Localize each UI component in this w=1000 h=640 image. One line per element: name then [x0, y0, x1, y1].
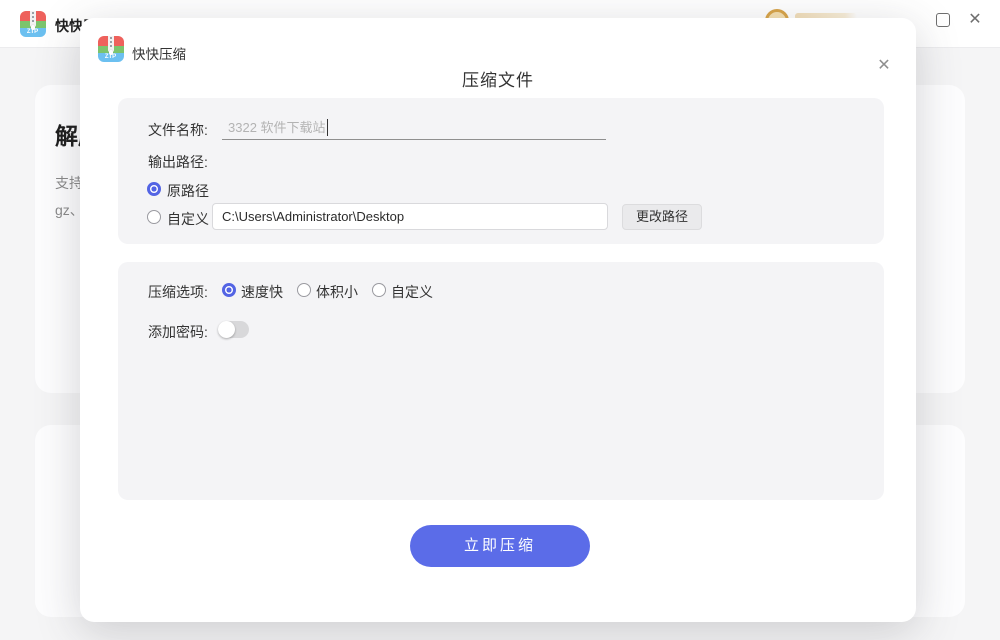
compress-options-label: 压缩选项: — [148, 282, 208, 302]
dialog-title: 压缩文件 — [80, 66, 916, 91]
radio-fast-speed-label[interactable]: 速度快 — [241, 282, 283, 302]
change-path-button[interactable]: 更改路径 — [622, 204, 702, 230]
radio-fast-speed[interactable] — [222, 283, 236, 297]
radio-custom-compress-label[interactable]: 自定义 — [391, 282, 433, 302]
radio-small-size[interactable] — [297, 283, 311, 297]
radio-original-path[interactable] — [147, 182, 161, 196]
zipper-icon — [108, 36, 114, 52]
radio-custom-path[interactable] — [147, 210, 161, 224]
output-path-label: 输出路径: — [148, 152, 208, 172]
app-zip-icon: ZIP — [20, 11, 46, 37]
radio-original-path-label[interactable]: 原路径 — [167, 181, 209, 201]
custom-path-input[interactable]: C:\Users\Administrator\Desktop — [212, 203, 608, 230]
password-toggle[interactable] — [218, 321, 249, 338]
toggle-knob — [218, 321, 235, 338]
zip-text: ZIP — [20, 28, 46, 36]
radio-custom-path-label[interactable]: 自定义 — [167, 209, 209, 229]
file-name-label: 文件名称: — [148, 120, 208, 140]
zip-text: ZIP — [98, 53, 124, 61]
add-password-label: 添加密码: — [148, 322, 208, 342]
radio-small-size-label[interactable]: 体积小 — [316, 282, 358, 302]
compress-now-button[interactable]: 立即压缩 — [410, 525, 590, 567]
file-name-placeholder: 3322 软件下载站 — [228, 116, 326, 140]
dialog-app-zip-icon: ZIP — [98, 36, 124, 62]
compress-options-section — [118, 262, 884, 500]
radio-custom-compress[interactable] — [372, 283, 386, 297]
dialog-app-title: 快快压缩 — [132, 43, 186, 63]
close-window-button[interactable]: ✕ — [964, 8, 986, 32]
supported-formats-line1: 支持 — [55, 173, 83, 193]
text-caret — [327, 119, 328, 136]
zipper-icon — [30, 11, 36, 27]
maximize-button[interactable] — [936, 13, 950, 27]
compress-dialog: ZIP 快快压缩 ✕ 压缩文件 文件名称: 3322 软件下载站 输出路径: 原… — [80, 18, 916, 622]
file-name-input[interactable]: 3322 软件下载站 — [222, 116, 606, 140]
